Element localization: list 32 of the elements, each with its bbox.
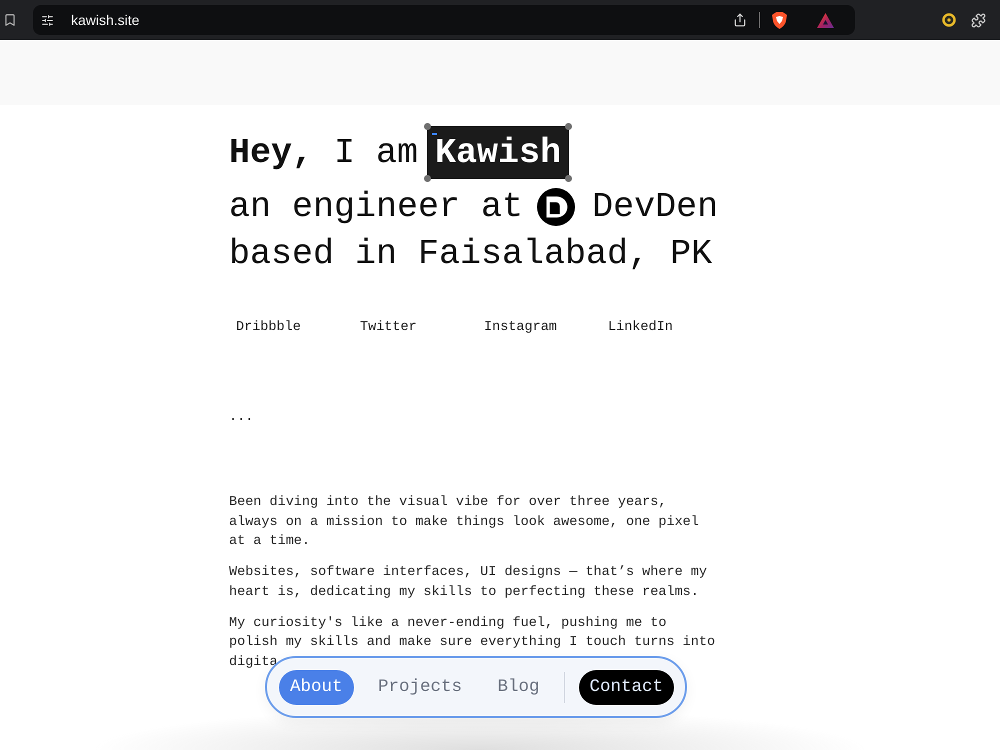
share-icon[interactable] xyxy=(733,13,747,27)
social-link[interactable]: LinkedIn xyxy=(608,318,673,337)
address-bar[interactable]: kawish.site xyxy=(33,5,855,35)
contact-button[interactable]: Contact xyxy=(578,670,674,704)
company-text: DevDen xyxy=(592,186,718,228)
location-text: based in Faisalabad, PK xyxy=(229,232,712,274)
paragraph: Websites, software interfaces, UI designs — that’s where my heart is, dedicating my skills to perfecting these realms. xyxy=(229,564,708,602)
social-link[interactable]: Dribbble xyxy=(236,318,301,337)
dash-icon xyxy=(432,133,438,135)
paragraph: Been diving into the visual vibe for over three years, always on a mission to make things look awesome, one pixel at a time. xyxy=(229,494,700,551)
handle-icon xyxy=(565,123,572,130)
handle-icon xyxy=(424,175,432,182)
sliders-icon[interactable] xyxy=(41,14,54,26)
name-highlight: Kawish xyxy=(427,126,570,179)
ellipsis-text: ... xyxy=(229,409,254,427)
handle-icon xyxy=(424,123,432,130)
nav-link[interactable]: About xyxy=(279,670,354,704)
social-link[interactable]: Twitter xyxy=(360,318,417,337)
puzzle-icon[interactable] xyxy=(971,12,986,28)
url-text: kawish.site xyxy=(71,12,140,28)
nav-link[interactable]: Blog xyxy=(486,670,551,704)
bookmark-icon[interactable] xyxy=(3,13,17,27)
triangle-icon[interactable] xyxy=(817,12,834,28)
social-link[interactable]: Instagram xyxy=(484,318,557,337)
logo-icon xyxy=(537,188,576,226)
greeting-text: Hey, I am xyxy=(229,132,418,174)
role-text: an engineer at xyxy=(229,186,524,228)
paragraph: My curiosity's like a never-ending fuel, pushing me to polish my skills and make sure everything I touch turns into digita xyxy=(229,614,716,672)
nav-link[interactable]: Projects xyxy=(367,670,474,704)
ring-icon[interactable] xyxy=(942,13,956,27)
handle-icon xyxy=(565,175,572,182)
shield-icon[interactable] xyxy=(772,12,787,28)
